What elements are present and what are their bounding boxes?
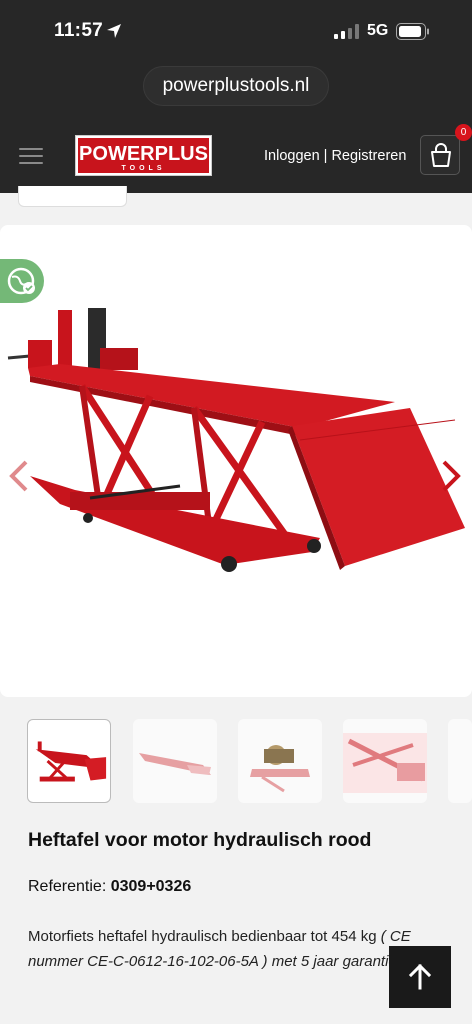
chevron-left-icon[interactable]	[6, 458, 32, 494]
partial-dropdown[interactable]	[18, 186, 127, 207]
status-time: 11:57	[54, 20, 104, 41]
product-reference: Referentie: 0309+0326	[28, 878, 191, 896]
location-arrow-icon	[107, 24, 121, 38]
thumbnail-4[interactable]	[343, 719, 427, 803]
scroll-to-top-button[interactable]	[389, 946, 451, 1008]
battery-icon	[396, 23, 429, 40]
thumbnail-3[interactable]	[238, 719, 322, 803]
login-register-links[interactable]: Inloggen | Registreren	[264, 148, 406, 164]
logo-text: POWERPLUS	[79, 143, 208, 165]
thumbnail-1[interactable]	[27, 719, 111, 803]
signal-icon	[334, 24, 359, 39]
status-bar: 11:57 5G	[0, 0, 472, 62]
reference-label: Referentie:	[28, 878, 107, 895]
chevron-right-icon[interactable]	[438, 458, 464, 494]
description-plain: Motorfiets heftafel hydraulisch bedienba…	[28, 928, 377, 945]
product-title: Heftafel voor motor hydraulisch rood	[28, 829, 372, 851]
thumbnail-strip	[0, 716, 472, 806]
product-image[interactable]	[0, 300, 472, 590]
eco-badge[interactable]	[0, 259, 44, 303]
network-label: 5G	[367, 22, 389, 39]
arrow-up-icon	[408, 963, 432, 990]
product-description: Motorfiets heftafel hydraulisch bedienba…	[28, 924, 428, 974]
cart-count-badge: 0	[455, 124, 472, 141]
menu-icon[interactable]	[19, 148, 43, 166]
thumbnail-2[interactable]	[133, 719, 217, 803]
cart-icon	[431, 143, 451, 167]
thumbnail-5-partial[interactable]	[448, 719, 472, 803]
powerplus-logo[interactable]: POWERPLUS TOOLS	[75, 135, 212, 176]
cart-button[interactable]	[420, 135, 460, 175]
eco-globe-icon	[7, 267, 35, 295]
url-bar[interactable]: powerplustools.nl	[143, 66, 329, 106]
logo-subtext: TOOLS	[122, 165, 166, 172]
reference-value: 0309+0326	[110, 878, 192, 895]
